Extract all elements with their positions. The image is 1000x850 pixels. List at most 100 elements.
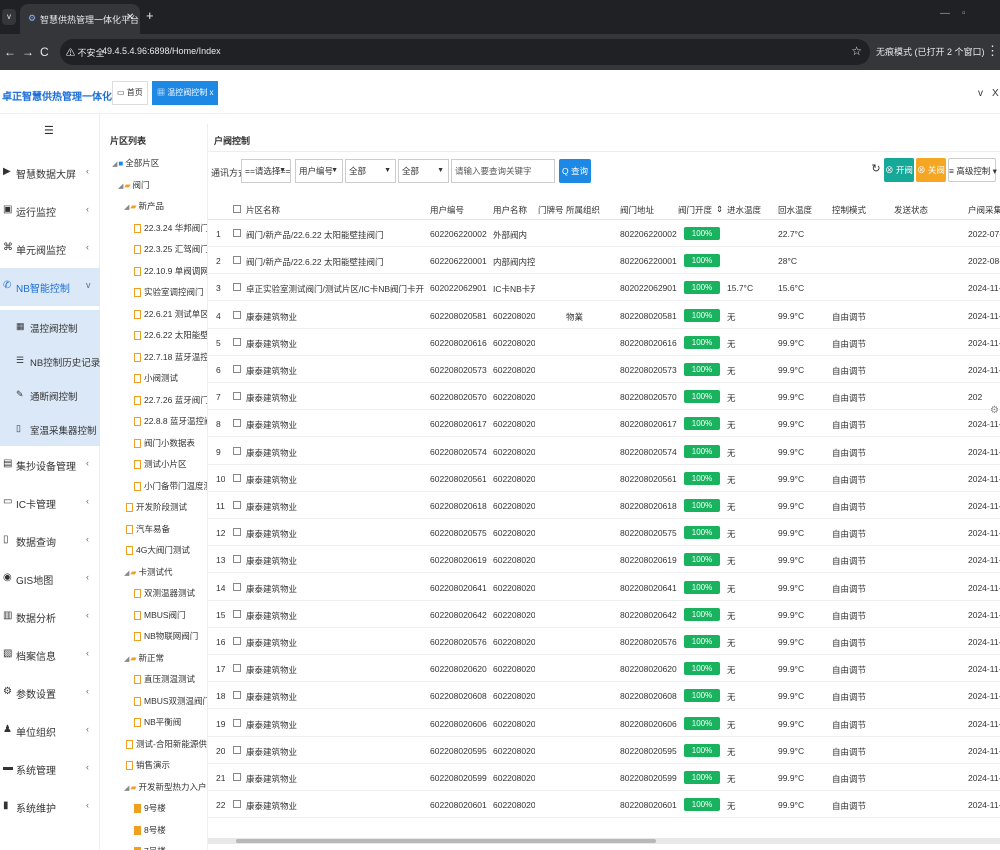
row-checkbox[interactable] [233,365,241,373]
table-row[interactable]: 12 康泰建筑物业 602208020575 602208020575 2 802208… [208,519,1000,547]
tree-node[interactable]: 22.3.25 汇驾阀门 [134,242,207,256]
row-checkbox[interactable] [233,392,241,401]
table-row[interactable]: 5 康泰建筑物业 602208020616 602208020616 2 8022080… [208,329,1000,356]
col-return-temp[interactable]: 回水温度 [778,204,812,216]
row-checkbox[interactable] [233,256,241,265]
tree-node[interactable]: MBUS双测温阀门 [134,694,207,708]
col-user-name[interactable]: 用户名称 [493,204,527,216]
sidebar-item-1[interactable]: ▣ 运行监控 ‹ [0,192,100,230]
tree-node[interactable]: 22.6.21 测试单区品 [134,307,207,321]
sidebar-item-6[interactable]: ▯ 数据查询 ‹ [0,522,100,560]
table-row[interactable]: 7 康泰建筑物业 602208020570 602208020570 2 8022080… [208,383,1000,411]
tree-node[interactable]: MBUS阀门 [134,608,186,622]
caret-icon[interactable]: ◢ [124,567,129,581]
scrollbar-thumb[interactable] [236,839,656,843]
col-valve-addr[interactable]: 阀门地址 [620,204,654,216]
maximize-icon[interactable]: ▫ [962,8,966,19]
row-checkbox[interactable] [233,555,241,564]
caret-icon[interactable]: ◢ [112,158,117,172]
sort-icon[interactable]: ⇕ [716,204,723,215]
tree-node[interactable]: 22.7.18 蓝牙温控调 [134,350,207,364]
close-all-icon[interactable]: X [992,88,999,99]
row-checkbox[interactable] [233,582,241,591]
new-tab-button[interactable]: + [146,8,154,23]
tree-node[interactable]: 实验室调控阀门 [134,285,204,299]
row-checkbox[interactable] [233,419,241,428]
menu-toggle-icon[interactable]: ☰ [44,124,54,137]
browser-tab[interactable]: ⚙ 智慧供热管理一体化平台 ✕ [20,4,140,34]
search-input[interactable]: 请输入要查询关键字 [451,159,555,183]
row-checkbox[interactable] [233,609,241,618]
tree-node[interactable]: ◢▰ 卡测试代 [124,565,173,579]
tree-node[interactable]: 8号楼 [134,823,166,837]
table-row[interactable]: 16 康泰建筑物业 602208020576 602208020576 2 802208… [208,628,1000,655]
close-tab-icon[interactable]: ✕ [126,12,134,23]
table-row[interactable]: 11 康泰建筑物业 602208020618 602208020618 2 802208… [208,492,1000,519]
table-row[interactable]: 1 阀门/新产品/22.6.22 太阳能壁挂阀门 602206220002 外部阀内 8… [208,220,1000,247]
table-row[interactable]: 22 康泰建筑物业 602208020601 602208020601 2 802208… [208,791,1000,819]
sidebar-item-2[interactable]: ⌘ 单元阀监控 ‹ [0,230,100,268]
col-area[interactable]: 片区名称 [246,204,280,216]
table-row[interactable]: 19 康泰建筑物业 602208020606 602208020606 2 802208… [208,710,1000,737]
row-checkbox[interactable] [233,229,241,237]
table-row[interactable]: 18 康泰建筑物业 602208020608 602208020608 2 802208… [208,682,1000,710]
search-field-select[interactable]: 用户编号 ▼ [295,159,343,183]
caret-icon[interactable]: ◢ [124,653,129,667]
tree-node[interactable]: 测试小片区 [134,457,187,471]
col-inlet-temp[interactable]: 进水温度 [727,204,761,216]
row-checkbox[interactable] [233,718,241,727]
open-valve-button[interactable]: ⊗ 开阀 [884,158,914,182]
caret-icon[interactable]: ◢ [124,201,129,215]
tree-node[interactable]: NB平衡阀 [134,715,181,729]
tree-node[interactable]: NB物联网阀门 [134,629,198,643]
url-text[interactable]: 49.4.5.4.96:6898/Home/Index [102,46,221,56]
caret-icon[interactable]: ◢ [118,180,123,194]
table-row[interactable]: 3 卓正实验室测试阀门/测试片区/IC卡NB阀门卡开关 602022062901 IC… [208,274,1000,302]
row-checkbox[interactable] [233,310,241,319]
sidebar-item-11[interactable]: ♟ 单位组织 ‹ [0,712,100,750]
tree-node[interactable]: 阀门小数据表 [134,436,195,450]
select-all-checkbox[interactable] [233,205,241,213]
refresh-icon[interactable]: ↻ [868,162,884,180]
collapse-tabs-icon[interactable]: v [978,88,983,99]
tree-node[interactable]: 22.7.26 蓝牙阀门 (电 [134,393,207,407]
sidebar-item-5[interactable]: ▭ IC卡管理 ‹ [0,484,100,522]
tree-node[interactable]: 小阀测试 [134,371,178,385]
row-checkbox[interactable] [233,637,241,645]
tree-node[interactable]: 汽车易备 [126,522,170,536]
tree-node[interactable]: ◢▰开发新型热力入户阀门 [124,780,207,794]
bookmark-star-icon[interactable]: ☆ [851,44,862,58]
settings-gear-icon[interactable]: ⚙ [990,405,999,416]
sidebar-item-3[interactable]: ✆ NB智能控制 v [0,268,100,306]
row-checkbox[interactable] [233,745,241,754]
col-door[interactable]: 门牌号 [538,204,564,216]
table-row[interactable]: 9 康泰建筑物业 602208020574 602208020574 2 8022080… [208,438,1000,465]
incognito-indicator[interactable]: 无痕模式 (已打开 2 个窗口) [876,45,985,58]
table-row[interactable]: 6 康泰建筑物业 602208020573 602208020573 2 8022080… [208,356,1000,383]
row-checkbox[interactable] [233,773,241,781]
sidebar-subitem-0[interactable]: ▦ 温控阀控制 [0,310,100,344]
sidebar-subitem-3[interactable]: ▯ 室温采集器控制 [0,412,100,446]
table-row[interactable]: 13 康泰建筑物业 602208020619 602208020619 2 802208… [208,546,1000,574]
table-row[interactable]: 8 康泰建筑物业 602208020617 602208020617 2 8022080… [208,410,1000,438]
col-control-mode[interactable]: 控制模式 [832,204,866,216]
row-checkbox[interactable] [233,800,241,809]
tab-search-icon[interactable]: v [2,9,16,25]
row-checkbox[interactable] [233,691,241,700]
row-checkbox[interactable] [233,501,241,509]
tree-node[interactable]: ◢▰ 阀门 [118,178,150,192]
table-row[interactable]: 10 康泰建筑物业 602208020561 602208020561 2 802208… [208,465,1000,492]
sidebar-subitem-2[interactable]: ✎ 通断阀控制 [0,378,100,412]
forward-icon[interactable]: → [22,45,34,59]
tree-node[interactable]: 7号楼 [134,844,166,850]
tree-node[interactable]: 4G大阀门测试 [126,543,190,557]
table-row[interactable]: 21 康泰建筑物业 602208020599 602208020599 2 802208… [208,764,1000,791]
sidebar-item-9[interactable]: ▧ 档案信息 ‹ [0,636,100,674]
close-valve-button[interactable]: ⊗ 关阀 [916,158,946,182]
tree-node[interactable]: 22.3.24 华邦阀门测试 [134,221,207,235]
col-user-id[interactable]: 用户编号 [430,204,464,216]
tab-home[interactable]: ▭ 首页 [112,81,148,105]
col-collect-time[interactable]: 户阀采集时 [968,204,1000,216]
tab-valve-control[interactable]: ▦ 温控阀控制 x [152,81,219,105]
table-row[interactable]: 15 康泰建筑物业 602208020642 602208020642 2 802208… [208,601,1000,628]
